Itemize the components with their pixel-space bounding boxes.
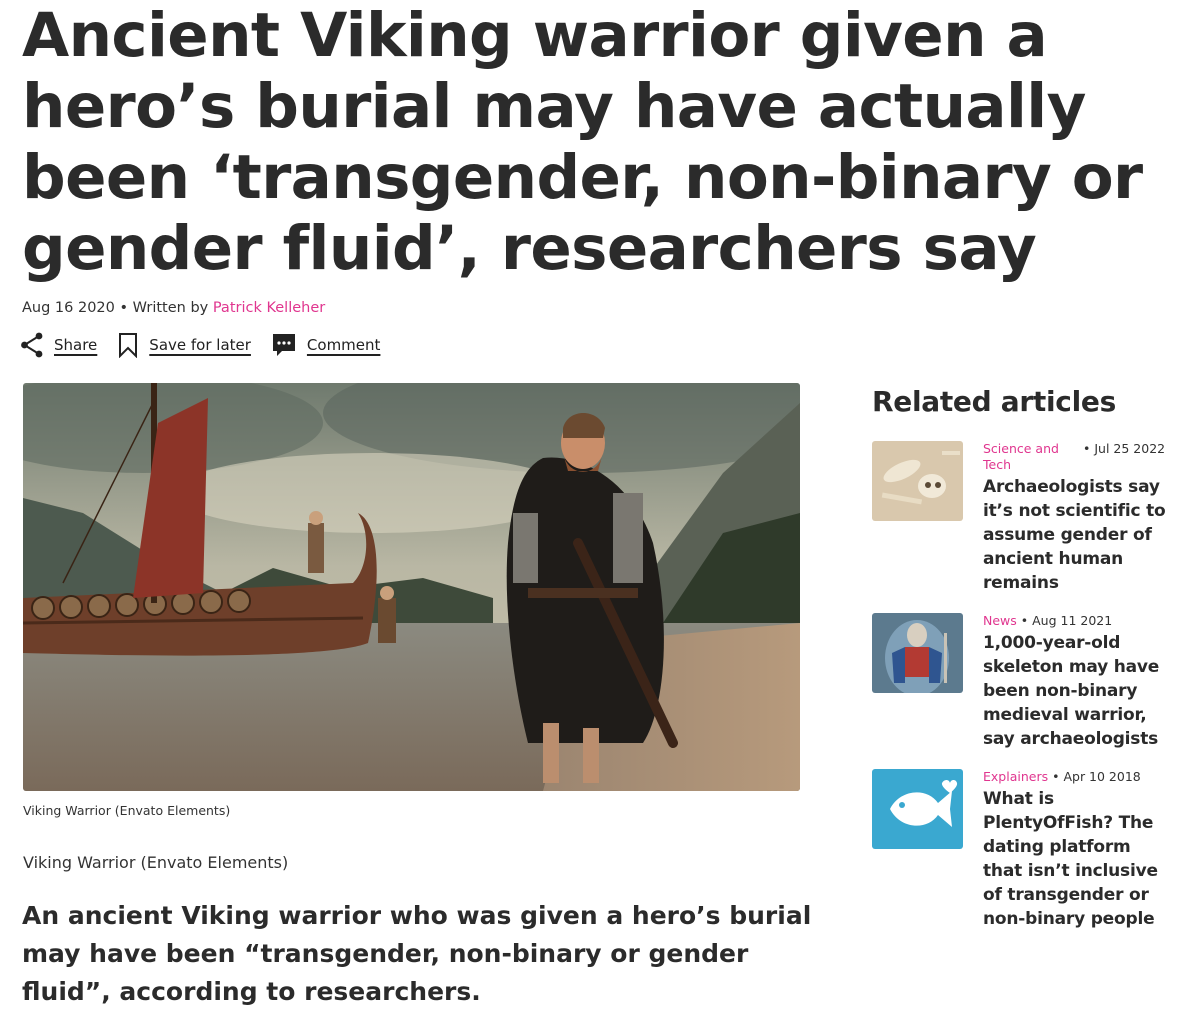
related-date: Apr 10 2018: [1063, 769, 1141, 784]
related-title[interactable]: 1,000-year-old skeleton may have been no…: [983, 631, 1172, 751]
author-link[interactable]: Patrick Kelleher: [213, 300, 325, 316]
related-category[interactable]: News: [983, 613, 1017, 628]
hero-caption: Viking Warrior (Envato Elements): [23, 803, 231, 818]
article-meta: Aug 16 2020 • Written by Patrick Kellehe…: [22, 300, 326, 316]
related-thumbnail-skeleton[interactable]: [872, 441, 963, 521]
share-label: Share: [54, 336, 98, 354]
image-credit: Viking Warrior (Envato Elements): [23, 853, 289, 872]
related-date: Aug 11 2021: [1032, 613, 1113, 628]
related-date: Jul 25 2022: [1094, 441, 1166, 456]
article-lede: An ancient Viking warrior who was given …: [22, 901, 812, 1006]
article-actions: Share Save for later Comment: [20, 332, 400, 358]
bookmark-icon: [119, 333, 138, 358]
related-article[interactable]: Explainers • Apr 10 2018 What is PlentyO…: [872, 769, 1172, 931]
article-headline: Ancient Viking warrior given a hero’s bu…: [22, 0, 1143, 284]
related-title[interactable]: What is PlentyOfFish? The dating platfor…: [983, 787, 1172, 931]
hero-image: [23, 383, 800, 791]
related-articles-heading: Related articles: [872, 385, 1116, 418]
viking-warrior-image: [23, 383, 800, 791]
related-article[interactable]: News • Aug 11 2021 1,000-year-old skelet…: [872, 613, 1172, 751]
comment-icon: [272, 334, 295, 356]
save-for-later-label: Save for later: [149, 336, 251, 354]
byline-prefix: Written by: [132, 300, 209, 316]
related-article[interactable]: Science and Tech • Jul 25 2022 Archaeolo…: [872, 441, 1172, 595]
related-title[interactable]: Archaeologists say it’s not scientific t…: [983, 475, 1172, 595]
related-category[interactable]: Explainers: [983, 769, 1048, 784]
comment-button[interactable]: Comment: [271, 332, 381, 358]
related-thumbnail-fish-logo[interactable]: [872, 769, 963, 849]
share-button[interactable]: Share: [20, 332, 97, 358]
save-for-later-button[interactable]: Save for later: [117, 332, 251, 358]
comment-label: Comment: [306, 336, 381, 354]
share-icon: [21, 332, 43, 358]
related-thumbnail-warrior[interactable]: [872, 613, 963, 693]
article-date: Aug 16 2020: [22, 300, 115, 316]
related-category[interactable]: Science and Tech: [983, 441, 1083, 473]
